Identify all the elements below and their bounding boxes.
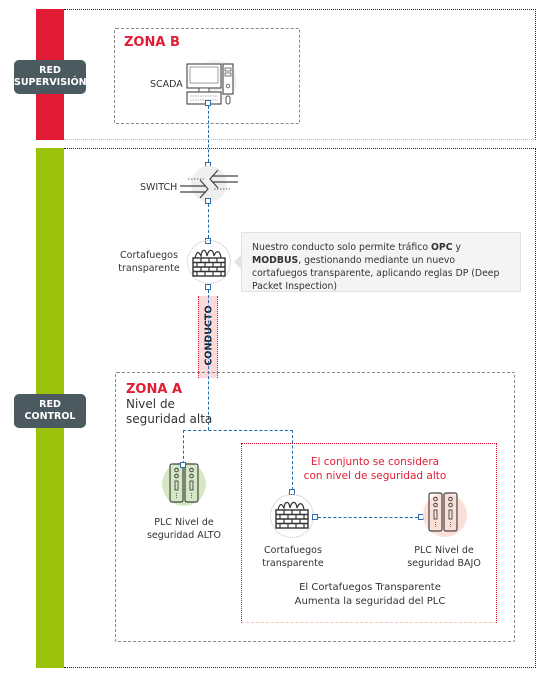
note-bold-opc: OPC bbox=[430, 242, 453, 253]
plc-icon[interactable] bbox=[168, 462, 200, 504]
supervision-label-line2: SUPERVISIÓN bbox=[14, 77, 87, 88]
note-text-1: Nuestro conducto solo permite tráfico bbox=[252, 242, 431, 253]
zone-a-subtitle: Nivel de seguridad alta bbox=[126, 397, 212, 427]
group-caption-line2: Aumenta la seguridad del PLC bbox=[294, 596, 446, 607]
plc-icon[interactable] bbox=[427, 491, 459, 533]
supervision-network-label: RED SUPERVISIÓN bbox=[14, 60, 87, 94]
switch-arrows-icon[interactable] bbox=[180, 168, 240, 200]
firewall-icon[interactable] bbox=[272, 494, 312, 534]
link-to-plc-high bbox=[183, 430, 184, 464]
plc-high-label-line1: PLC Nivel de bbox=[154, 517, 214, 528]
supervision-label-line1: RED bbox=[39, 65, 61, 76]
note-text-2: y bbox=[452, 242, 461, 253]
note-pointer bbox=[234, 255, 241, 269]
zone-a-subtitle-line1: Nivel de bbox=[126, 397, 175, 411]
inner-firewall-label-line1: Cortafuegos bbox=[264, 545, 322, 556]
group-caption: El Cortafuegos Transparente Aumenta la s… bbox=[270, 581, 470, 609]
note-bold-modbus: MODBUS bbox=[252, 255, 299, 266]
plc-low-label-line1: PLC Nivel de bbox=[414, 545, 474, 556]
firewall-top-label: Cortafuegos transparente bbox=[116, 249, 182, 275]
plc-low-label-line2: seguridad BAJO bbox=[407, 558, 481, 569]
plc-high-label-line2: seguridad ALTO bbox=[146, 530, 222, 541]
link-scada-switch bbox=[208, 106, 209, 162]
high-security-group-title: El conjunto se considera con nivel de se… bbox=[300, 455, 450, 483]
firewall-top-label-line2: transparente bbox=[118, 263, 180, 274]
group-caption-line1: El Cortafuegos Transparente bbox=[299, 582, 441, 593]
control-network-label: RED CONTROL bbox=[14, 394, 86, 428]
firewall-icon[interactable] bbox=[189, 242, 229, 282]
conduit-note: Nuestro conducto solo permite tráfico OP… bbox=[241, 232, 521, 292]
computer-icon[interactable] bbox=[185, 62, 241, 108]
plc-high-label: PLC Nivel de seguridad ALTO bbox=[138, 516, 230, 542]
firewall-top-label-line1: Cortafuegos bbox=[120, 250, 178, 261]
link-branch-horizontal bbox=[183, 430, 293, 431]
group-title-line1: El conjunto se considera bbox=[310, 456, 440, 468]
inner-firewall-label: Cortafuegos transparente bbox=[258, 544, 328, 570]
zone-a-title: ZONA A bbox=[126, 382, 183, 397]
zone-b-title: ZONA B bbox=[124, 35, 180, 50]
group-title-line2: con nivel de seguridad alto bbox=[303, 470, 447, 482]
control-label-line2: CONTROL bbox=[24, 411, 76, 422]
plc-high-port bbox=[180, 462, 186, 468]
plc-low-label: PLC Nivel de seguridad BAJO bbox=[398, 544, 490, 570]
switch-label: SWITCH bbox=[140, 182, 178, 193]
inner-firewall-label-line2: transparente bbox=[262, 558, 324, 569]
control-label-line1: RED bbox=[39, 399, 61, 410]
conduit-label: CONDUCTO bbox=[203, 305, 215, 366]
scada-label: SCADA bbox=[150, 79, 183, 90]
zone-a-subtitle-line2: seguridad alta bbox=[126, 412, 213, 426]
link-firewall-plc-low bbox=[318, 517, 418, 518]
link-switch-firewall bbox=[208, 204, 209, 238]
